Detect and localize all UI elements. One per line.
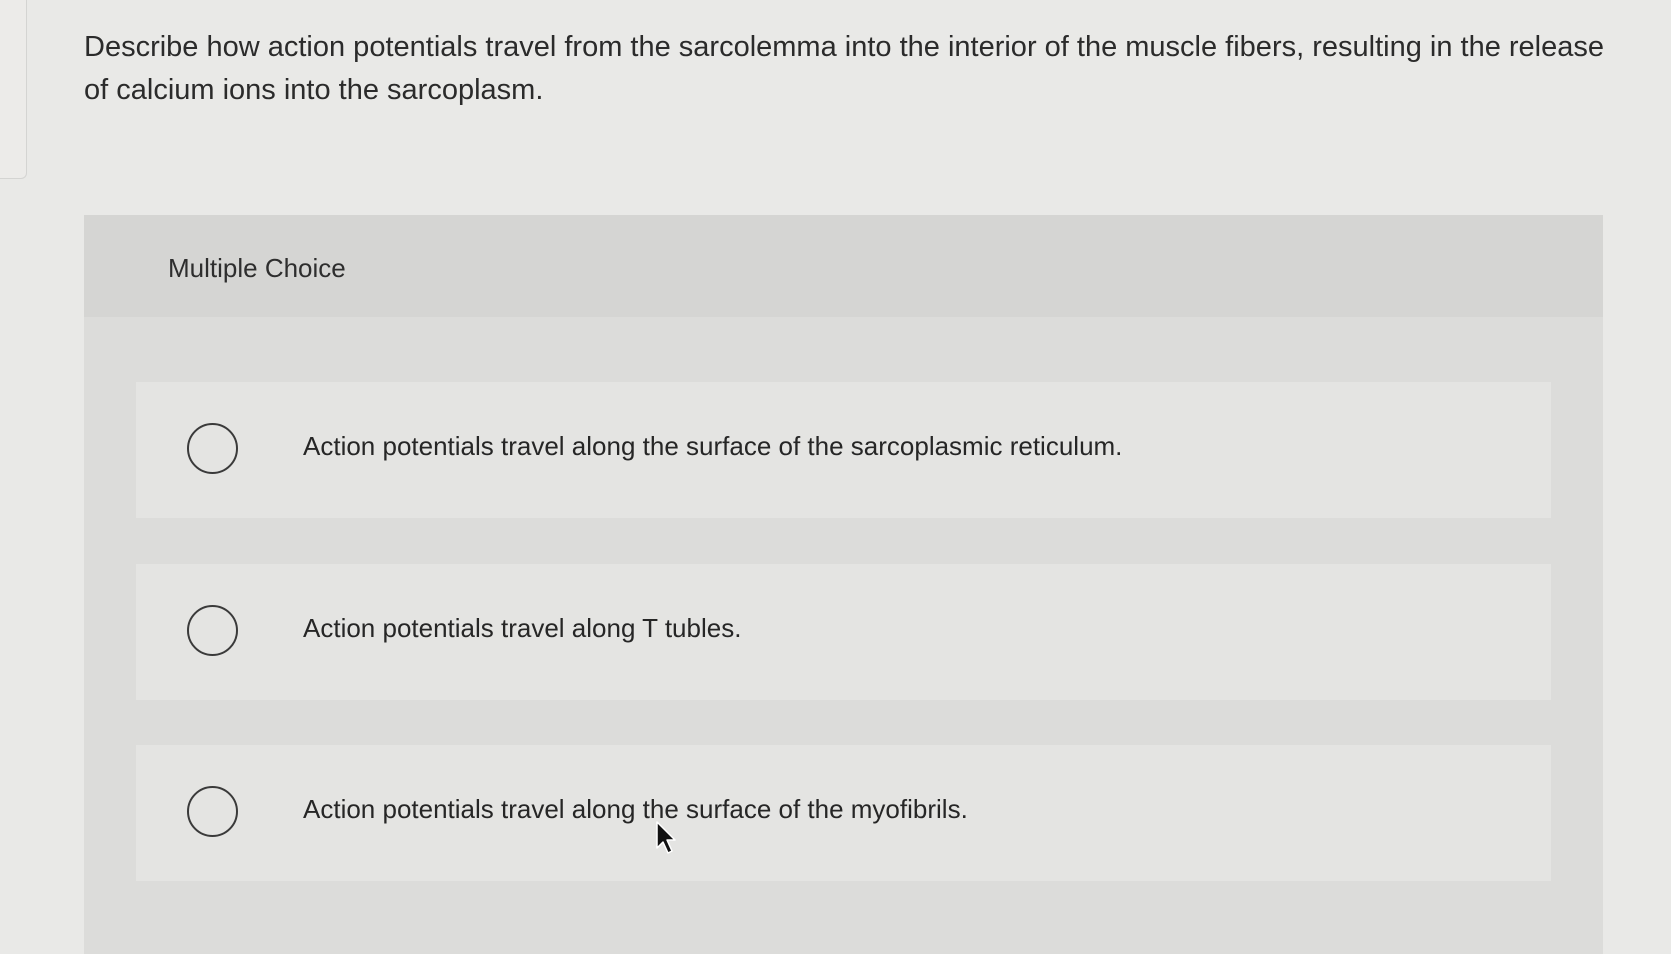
answer-option-1[interactable]: Action potentials travel along the surfa… (136, 382, 1551, 518)
multiple-choice-title: Multiple Choice (168, 253, 346, 283)
multiple-choice-header: Multiple Choice (84, 215, 1603, 317)
radio-button-unchecked-icon[interactable] (187, 605, 238, 656)
multiple-choice-panel: Multiple Choice Action potentials travel… (84, 215, 1603, 954)
answer-option-2[interactable]: Action potentials travel along T tubles. (136, 564, 1551, 700)
radio-button-unchecked-icon[interactable] (187, 423, 238, 474)
answer-option-label[interactable]: Action potentials travel along the surfa… (303, 431, 1122, 462)
question-prompt: Describe how action potentials travel fr… (84, 31, 1604, 106)
answer-option-label[interactable]: Action potentials travel along T tubles. (303, 613, 741, 644)
left-edge-tab (0, 0, 27, 179)
answer-option-3[interactable]: Action potentials travel along the surfa… (136, 745, 1551, 881)
mouse-pointer-icon (656, 821, 676, 854)
radio-button-unchecked-icon[interactable] (187, 786, 238, 837)
answer-option-label[interactable]: Action potentials travel along the surfa… (303, 794, 968, 825)
